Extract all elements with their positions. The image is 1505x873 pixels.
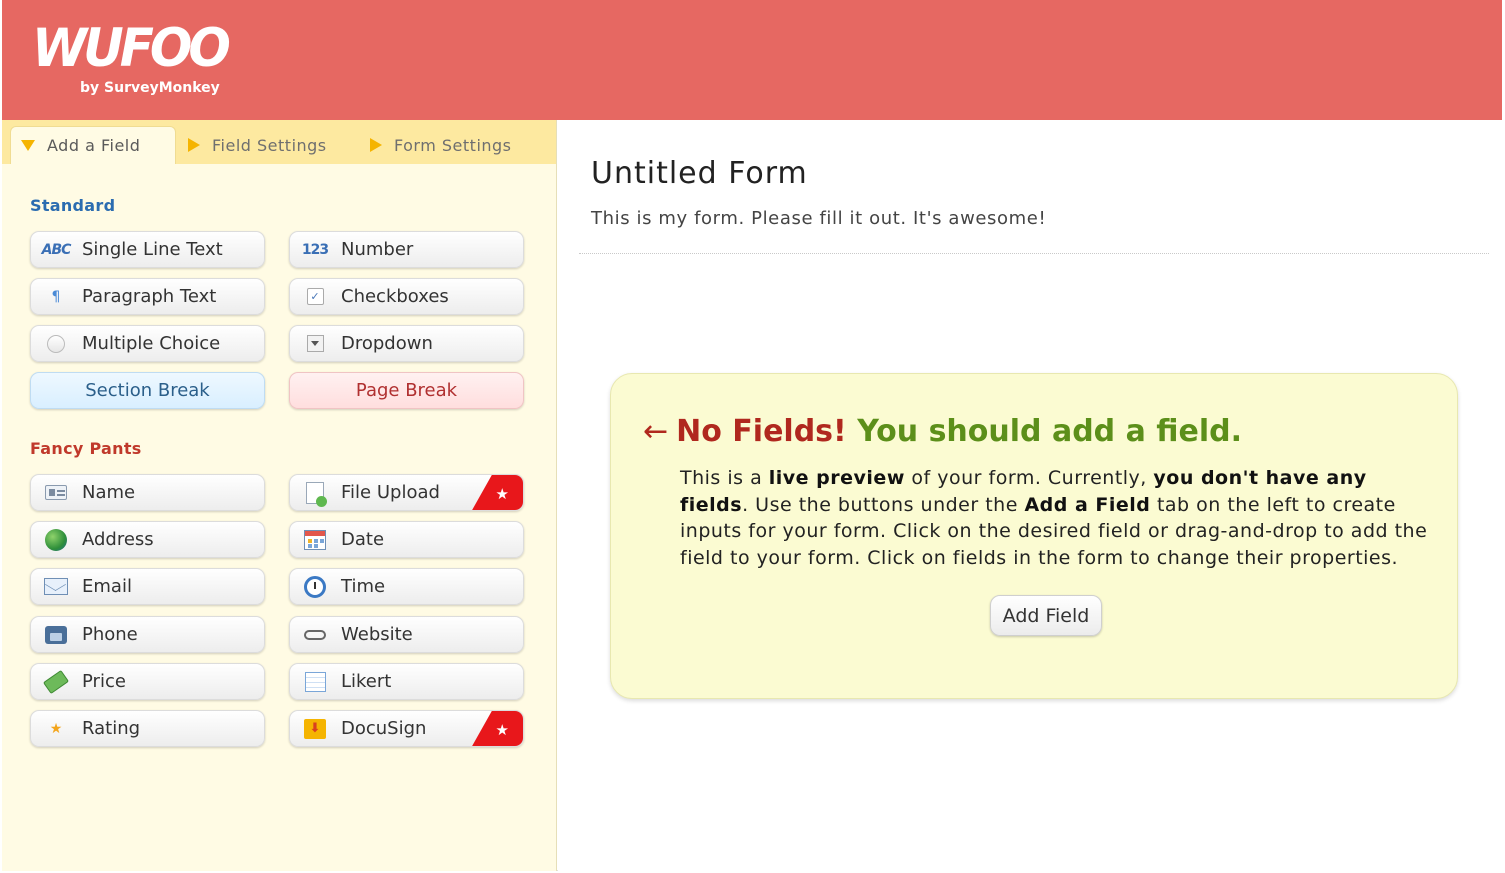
star-icon: ★ bbox=[49, 720, 63, 737]
phone-icon bbox=[43, 624, 69, 646]
arrow-left-icon: ← bbox=[643, 414, 669, 449]
premium-star-icon: ★ bbox=[471, 475, 523, 510]
field-label: Number bbox=[341, 239, 414, 260]
envelope-icon bbox=[43, 576, 69, 598]
phone-button[interactable]: Phone bbox=[30, 616, 265, 653]
email-button[interactable]: Email bbox=[30, 568, 265, 605]
field-label: Price bbox=[82, 671, 126, 692]
body-emphasis: live preview bbox=[768, 467, 905, 489]
money-icon bbox=[42, 669, 70, 694]
time-button[interactable]: Time bbox=[289, 568, 524, 605]
header-divider bbox=[579, 253, 1489, 254]
logo-wordmark: WUFOO bbox=[32, 17, 231, 79]
field-label: File Upload bbox=[341, 482, 440, 503]
sidebar-tabs: Add a Field Field Settings Form Settings bbox=[2, 120, 556, 164]
notice-headline: ← No Fields! You should add a field. bbox=[643, 414, 1242, 449]
field-label: Time bbox=[341, 576, 386, 597]
tab-label: Add a Field bbox=[47, 136, 141, 155]
field-label: Website bbox=[341, 624, 413, 645]
docusign-glyph: ⬇ bbox=[304, 718, 326, 739]
date-button[interactable]: Date bbox=[289, 521, 524, 558]
field-label: Phone bbox=[82, 624, 138, 645]
body-text: . Use the buttons under the bbox=[742, 493, 1025, 516]
body-text: This is a bbox=[680, 467, 769, 489]
single-line-text-button[interactable]: ABC Single Line Text bbox=[30, 231, 265, 268]
headline-no-fields: No Fields! bbox=[676, 414, 847, 449]
name-card-icon bbox=[43, 482, 69, 504]
form-title[interactable]: Untitled Form bbox=[591, 156, 808, 191]
field-label: Section Break bbox=[85, 380, 210, 401]
field-label: Dropdown bbox=[341, 333, 433, 354]
likert-button[interactable]: Likert bbox=[289, 663, 524, 700]
fancy-pants-section-title: Fancy Pants bbox=[30, 439, 142, 458]
checkboxes-button[interactable]: ✓ Checkboxes bbox=[289, 278, 524, 315]
wufoo-form-builder: WUFOO by SurveyMonkey Add a Field Field … bbox=[2, 0, 1502, 871]
abc-icon: ABC bbox=[41, 241, 72, 258]
calendar-icon bbox=[302, 529, 328, 551]
form-preview: Untitled Form This is my form. Please fi… bbox=[558, 120, 1502, 871]
triangle-right-icon bbox=[370, 138, 382, 152]
field-label: Likert bbox=[341, 671, 392, 692]
website-button[interactable]: Website bbox=[289, 616, 524, 653]
name-button[interactable]: Name bbox=[30, 474, 265, 511]
tab-label: Field Settings bbox=[212, 135, 327, 155]
paragraph-icon: ¶ bbox=[51, 288, 61, 305]
field-label: Email bbox=[82, 576, 132, 597]
builder-sidebar: Add a Field Field Settings Form Settings… bbox=[2, 120, 557, 871]
page-break-button[interactable]: Page Break bbox=[289, 372, 524, 409]
tab-form-settings[interactable]: Form Settings bbox=[370, 126, 512, 164]
paragraph-text-button[interactable]: ¶ Paragraph Text bbox=[30, 278, 265, 315]
triangle-right-icon bbox=[188, 138, 200, 152]
radio-icon bbox=[43, 333, 69, 355]
docusign-icon: ⬇ bbox=[302, 718, 328, 740]
form-description[interactable]: This is my form. Please fill it out. It'… bbox=[591, 208, 1046, 229]
number-button[interactable]: 123 Number bbox=[289, 231, 524, 268]
field-label: Date bbox=[341, 529, 385, 550]
notice-body: This is a live preview of your form. Cur… bbox=[680, 465, 1440, 571]
dropdown-icon bbox=[302, 333, 328, 355]
headline-add-field: You should add a field. bbox=[857, 414, 1243, 449]
no-fields-notice: ← No Fields! You should add a field. This… bbox=[610, 373, 1458, 699]
app-header: WUFOO by SurveyMonkey bbox=[2, 0, 1502, 120]
field-label: Paragraph Text bbox=[82, 286, 217, 307]
tab-add-a-field[interactable]: Add a Field bbox=[10, 126, 176, 164]
add-field-button[interactable]: Add Field bbox=[990, 595, 1102, 636]
checkbox-glyph: ✓ bbox=[306, 288, 324, 305]
field-label: Rating bbox=[82, 718, 141, 739]
checkbox-icon: ✓ bbox=[302, 286, 328, 308]
docusign-button[interactable]: ⬇ DocuSign ★ bbox=[289, 710, 524, 747]
file-upload-button[interactable]: File Upload ★ bbox=[289, 474, 524, 511]
triangle-down-icon bbox=[21, 140, 35, 151]
file-upload-icon bbox=[302, 481, 328, 507]
dropdown-button[interactable]: Dropdown bbox=[289, 325, 524, 362]
standard-section-title: Standard bbox=[30, 196, 116, 215]
grid-icon bbox=[302, 671, 328, 693]
rating-button[interactable]: ★ Rating bbox=[30, 710, 265, 747]
field-label: DocuSign bbox=[341, 718, 427, 739]
field-label: Single Line Text bbox=[82, 239, 223, 260]
link-icon bbox=[302, 624, 328, 646]
premium-star-icon: ★ bbox=[471, 711, 523, 746]
field-label: Page Break bbox=[355, 380, 458, 401]
field-label: Name bbox=[82, 482, 136, 503]
body-text: of your form. Currently, bbox=[904, 467, 1154, 489]
globe-icon bbox=[43, 528, 69, 551]
field-label: Checkboxes bbox=[341, 286, 449, 307]
section-break-button[interactable]: Section Break bbox=[30, 372, 265, 409]
address-button[interactable]: Address bbox=[30, 521, 265, 558]
clock-icon bbox=[302, 575, 328, 598]
wufoo-logo[interactable]: WUFOO by SurveyMonkey bbox=[32, 18, 232, 102]
number-123-icon: 123 bbox=[301, 241, 329, 258]
field-label: Multiple Choice bbox=[82, 333, 221, 354]
field-label: Address bbox=[82, 529, 154, 550]
logo-subtext: by SurveyMonkey bbox=[80, 80, 220, 96]
multiple-choice-button[interactable]: Multiple Choice bbox=[30, 325, 265, 362]
tab-label: Form Settings bbox=[394, 135, 512, 155]
tab-field-settings[interactable]: Field Settings bbox=[188, 126, 327, 164]
body-emphasis: Add a Field bbox=[1024, 493, 1151, 516]
price-button[interactable]: Price bbox=[30, 663, 265, 700]
